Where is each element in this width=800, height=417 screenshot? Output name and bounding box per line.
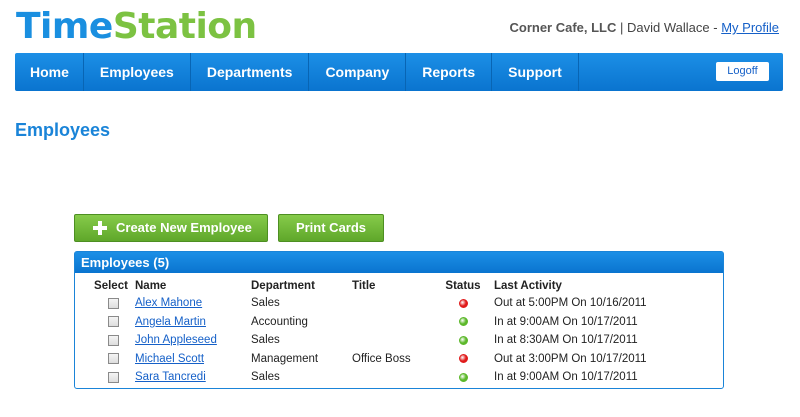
title-cell [352, 313, 434, 332]
company-name: Corner Cafe, LLC [509, 20, 617, 35]
status-in-icon [458, 335, 468, 345]
header-select: Select [94, 280, 128, 292]
nav-company[interactable]: Company [309, 53, 407, 91]
nav-departments[interactable]: Departments [191, 53, 310, 91]
department-cell: Sales [251, 297, 280, 310]
department-cell: Management [251, 352, 319, 365]
employee-name-link[interactable]: Alex Mahone [135, 297, 202, 309]
nav-home[interactable]: Home [15, 53, 84, 91]
table-row: Alex Mahone Sales Out at 5:00PM On 10/16… [87, 294, 672, 313]
header-status: Status [445, 280, 481, 292]
select-checkbox[interactable] [107, 353, 119, 365]
page-title: Employees [15, 120, 111, 140]
status-out-icon [458, 298, 468, 308]
title-cell [352, 294, 434, 313]
plus-icon [93, 221, 107, 235]
status-in-icon [458, 372, 468, 382]
last-activity-cell: Out at 3:00PM On 10/17/2011 [494, 352, 647, 365]
print-cards-button[interactable]: Print Cards [278, 214, 384, 242]
timestation-logo: TimeStation [16, 6, 257, 47]
table-header-row: Select Name Department Title Status Last… [87, 278, 672, 294]
table-row: John Appleseed Sales In at 8:30AM On 10/… [87, 331, 672, 350]
my-profile-link[interactable]: My Profile [721, 20, 779, 35]
department-cell: Sales [251, 334, 280, 347]
department-cell: Accounting [251, 315, 308, 328]
header-title: Title [352, 280, 376, 292]
title-cell [352, 368, 434, 387]
header-name: Name [135, 280, 167, 292]
table-row: Michael Scott Management Office Boss Out… [87, 350, 672, 369]
employee-name-link[interactable]: Angela Martin [135, 316, 206, 328]
table-row: Angela Martin Accounting In at 9:00AM On… [87, 313, 672, 332]
select-checkbox[interactable] [107, 371, 119, 383]
select-checkbox[interactable] [107, 334, 119, 346]
last-activity-cell: In at 9:00AM On 10/17/2011 [494, 371, 638, 384]
main-nav: Home Employees Departments Company Repor… [15, 53, 783, 91]
last-activity-cell: In at 8:30AM On 10/17/2011 [494, 334, 638, 347]
last-activity-cell: Out at 5:00PM On 10/16/2011 [494, 297, 647, 310]
nav-reports[interactable]: Reports [406, 53, 493, 91]
employee-name-link[interactable]: John Appleseed [135, 334, 217, 346]
status-out-icon [458, 354, 468, 364]
create-employee-button[interactable]: Create New Employee [74, 214, 268, 242]
title-cell: Office Boss [352, 352, 411, 365]
table-row: Sara Tancredi Sales In at 9:00AM On 10/1… [87, 368, 672, 387]
select-checkbox[interactable] [107, 297, 119, 309]
employee-name-link[interactable]: Sara Tancredi [135, 371, 206, 383]
status-in-icon [458, 317, 468, 327]
department-cell: Sales [251, 371, 280, 384]
last-activity-cell: In at 9:00AM On 10/17/2011 [494, 315, 638, 328]
employees-table: Select Name Department Title Status Last… [87, 278, 672, 387]
header-department: Department [251, 280, 315, 292]
separator: | [620, 20, 624, 35]
nav-employees[interactable]: Employees [84, 53, 191, 91]
title-cell [352, 331, 434, 350]
nav-support[interactable]: Support [492, 53, 579, 91]
account-info: Corner Cafe, LLC | David Wallace - My Pr… [509, 20, 779, 35]
header-last-activity: Last Activity [494, 280, 562, 292]
panel-title: Employees (5) [75, 252, 723, 273]
employee-name-link[interactable]: Michael Scott [135, 353, 204, 365]
select-checkbox[interactable] [107, 316, 119, 328]
logoff-button[interactable]: Logoff [716, 62, 769, 81]
user-name: David Wallace - [627, 20, 718, 35]
employees-panel: Employees (5) Select Name Department Tit… [74, 251, 724, 389]
